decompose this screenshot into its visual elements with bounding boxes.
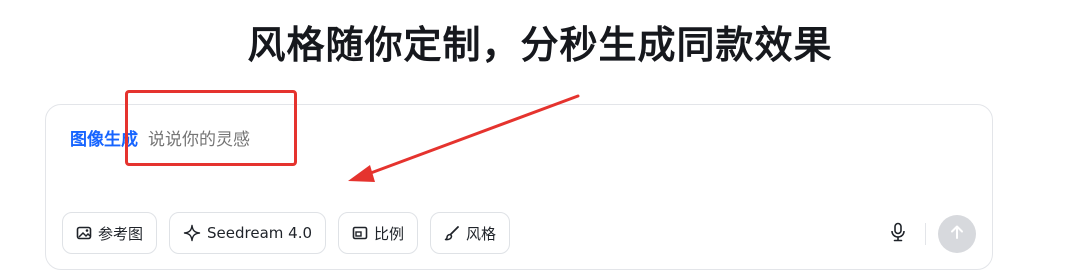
composer-toolbar: 参考图 Seedream 4.0 比例 风格 xyxy=(62,212,511,254)
reference-image-label: 参考图 xyxy=(98,224,144,243)
right-tools xyxy=(883,215,976,253)
ratio-icon xyxy=(352,225,368,241)
reference-image-button[interactable]: 参考图 xyxy=(62,212,158,254)
microphone-icon xyxy=(889,222,907,246)
toolbar-divider xyxy=(925,223,926,245)
aspect-ratio-button[interactable]: 比例 xyxy=(338,212,419,254)
prompt-input[interactable] xyxy=(148,130,748,150)
sparkle-icon xyxy=(183,224,201,242)
image-icon xyxy=(76,225,92,241)
model-label: Seedream 4.0 xyxy=(207,224,313,242)
style-label: 风格 xyxy=(466,224,497,243)
mode-label[interactable]: 图像生成 xyxy=(70,125,138,150)
microphone-button[interactable] xyxy=(883,219,913,249)
send-button[interactable] xyxy=(938,215,976,253)
style-button[interactable]: 风格 xyxy=(430,212,511,254)
prompt-composer: 图像生成 参考图 Seedream 4.0 xyxy=(45,104,993,270)
arrow-up-icon xyxy=(949,224,965,244)
prompt-row: 图像生成 xyxy=(70,125,748,150)
model-select-button[interactable]: Seedream 4.0 xyxy=(169,212,327,254)
brush-icon xyxy=(444,225,460,241)
page-headline: 风格随你定制，分秒生成同款效果 xyxy=(247,23,833,67)
aspect-ratio-label: 比例 xyxy=(374,224,405,243)
